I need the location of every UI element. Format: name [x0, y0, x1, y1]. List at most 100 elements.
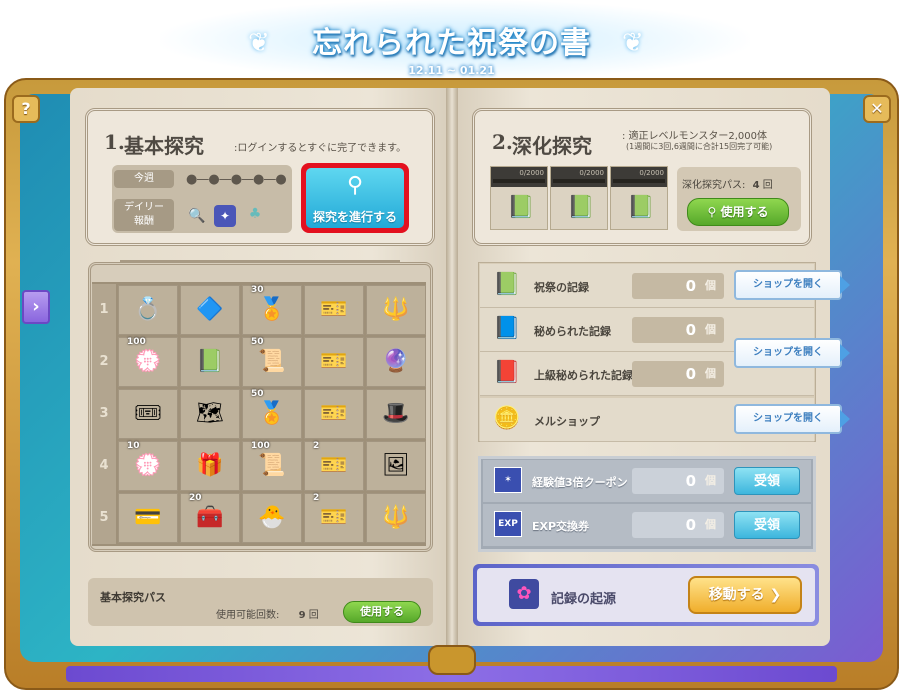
basic-pass-count: 使用可能回数: 9 回	[216, 606, 319, 621]
week-dot-3: ●	[230, 172, 242, 187]
medal-icon: 🏅	[258, 401, 286, 426]
search-reward-icon: 🔍	[188, 208, 206, 224]
shop-open-button-hidden[interactable]: ショップを開く	[734, 338, 850, 368]
record-count-value: 0	[685, 277, 696, 295]
section1-title: 基本探究	[124, 134, 204, 158]
section2-title: 深化探究	[512, 134, 592, 158]
week-dot-1: ●	[186, 172, 197, 187]
deep-progress-box: 0/2000 📗	[550, 166, 608, 230]
flowers-icon: 💮	[134, 453, 162, 478]
section2-subtitle-line1: : 適正レベルモンスター2,000体	[622, 131, 767, 142]
red-book-icon: 📕	[493, 360, 521, 385]
scroll-icon: 📜	[258, 453, 286, 478]
reward-cell-staff[interactable]: 🔱	[366, 285, 426, 335]
reward-cell-chest[interactable]: 🧰 20	[180, 493, 240, 543]
reward-cell-hat[interactable]: 🎩	[366, 389, 426, 439]
start-quest-button[interactable]: ⚲ 探究を進行する	[301, 163, 409, 233]
reward-quantity-badge: 100	[127, 337, 146, 347]
reward-quantity-badge: 2	[313, 441, 320, 451]
record-count: 0個	[632, 273, 724, 299]
record-count-value: 0	[685, 365, 696, 383]
help-icon[interactable]: ?	[12, 95, 40, 123]
reward-cell-ticket[interactable]: 🎫	[304, 389, 364, 439]
reward-cell-scroll[interactable]: 📜 100	[242, 441, 302, 491]
reward-cell-ticket[interactable]: 🎫	[304, 285, 364, 335]
basic-pass-use-button[interactable]: 使用する	[343, 601, 421, 623]
reward-quantity-badge: 100	[251, 441, 270, 451]
deep-progress-fill	[613, 179, 665, 183]
exp-ticket-icon: EXP	[494, 511, 522, 537]
portrait-icon: 🖼	[382, 453, 410, 478]
exp-item-count: 0個	[632, 512, 724, 538]
reward-cell-flowers[interactable]: 💮 100	[118, 337, 178, 387]
record-count-unit: 個	[705, 279, 716, 292]
exp-item-count-unit: 個	[705, 474, 716, 487]
basic-pass-count-unit: 回	[308, 610, 319, 621]
side-expand-icon[interactable]: ›	[22, 290, 50, 324]
deep-progress-fill	[553, 179, 605, 183]
section2-subtitle-line2: (1週間に3回,6週間に合計15回完了可能)	[626, 142, 773, 151]
origin-label: 記録の起源	[551, 592, 617, 607]
reward-quantity-badge: 30	[251, 285, 264, 295]
reward-cell-medal[interactable]: 🏅 30	[242, 285, 302, 335]
flowers-icon: 💮	[134, 349, 162, 374]
grid-row-number: 5	[92, 492, 116, 544]
reward-cell-book[interactable]: 📗	[180, 337, 240, 387]
receive-button[interactable]: 受領	[734, 511, 800, 539]
giftbox-icon: 🎁	[196, 453, 224, 478]
deep-pass-text: 深化探究パス: 4 回	[682, 176, 773, 191]
record-count: 0個	[632, 317, 724, 343]
reward-cell-coupon[interactable]: 🎟	[118, 389, 178, 439]
reward-cell-map[interactable]: 🗺	[180, 389, 240, 439]
staff-icon: 🔱	[382, 297, 410, 322]
reward-quantity-badge: 50	[251, 337, 264, 347]
reward-cell-portrait[interactable]: 🖼	[366, 441, 426, 491]
exp-coupon-icon: ✶	[494, 467, 522, 493]
deep-progress-bar: 0/2000	[491, 167, 547, 187]
reward-cell-ring[interactable]: 💍	[118, 285, 178, 335]
shop-open-button-festival[interactable]: ショップを開く	[734, 270, 850, 300]
reward-cell-crystal[interactable]: 🔷	[180, 285, 240, 335]
move-button[interactable]: 移動する ❯	[688, 576, 802, 614]
deep-pass-count: 4	[752, 180, 760, 191]
basic-pass-count-label: 使用可能回数:	[216, 610, 280, 621]
record-label: メルショップ	[534, 415, 600, 428]
reward-cell-giftbox[interactable]: 🎁	[180, 441, 240, 491]
record-count-unit: 個	[705, 367, 716, 380]
festival-book-icon: 📗	[507, 195, 535, 220]
reward-quantity-badge: 50	[251, 389, 264, 399]
ticket-icon: 🎫	[320, 349, 348, 374]
section2-number: 2.	[492, 130, 513, 154]
ticket-icon: 🎫	[320, 297, 348, 322]
deep-pass-use-button[interactable]: ⚲ 使用する	[687, 198, 789, 226]
reward-cell-medal[interactable]: 🏅 50	[242, 389, 302, 439]
close-icon[interactable]: ✕	[863, 95, 891, 123]
staff-icon: 🔱	[382, 505, 410, 530]
reward-cell-card[interactable]: 💳	[118, 493, 178, 543]
grid-row-number: 3	[92, 388, 116, 440]
reward-cell-pet[interactable]: 🐣	[242, 493, 302, 543]
record-count-value: 0	[685, 321, 696, 339]
shop-open-button-meso[interactable]: ショップを開く	[734, 404, 850, 434]
deep-progress-bar: 0/2000	[551, 167, 607, 187]
reward-cell-orb[interactable]: 🔮	[366, 337, 426, 387]
green-book-icon: 📗	[493, 272, 521, 297]
basic-pass-title: 基本探究パス	[100, 591, 166, 604]
search-icon: ⚲	[707, 205, 721, 219]
reward-cell-staff[interactable]: 🔱	[366, 493, 426, 543]
reward-cell-ticket[interactable]: 🎫 2	[304, 493, 364, 543]
reward-cell-scroll[interactable]: 📜 50	[242, 337, 302, 387]
chevron-right-icon: ❯	[769, 587, 782, 603]
reward-cell-ticket[interactable]: 🎫	[304, 337, 364, 387]
week-dot-2: ●	[208, 172, 219, 187]
reward-cell-flowers[interactable]: 💮 10	[118, 441, 178, 491]
reward-cell-ticket[interactable]: 🎫 2	[304, 441, 364, 491]
receive-button[interactable]: 受領	[734, 467, 800, 495]
deep-pass-unit: 回	[762, 180, 773, 191]
basic-pass-count-value: 9	[298, 610, 306, 621]
coupon-icon: 🎟	[134, 401, 162, 426]
week-dot-5: ●	[275, 172, 286, 187]
weekly-progress-dots: ●—●—●—●—●	[186, 172, 287, 187]
reward-quantity-badge: 10	[127, 441, 140, 451]
ticket-icon: 🎫	[320, 401, 348, 426]
